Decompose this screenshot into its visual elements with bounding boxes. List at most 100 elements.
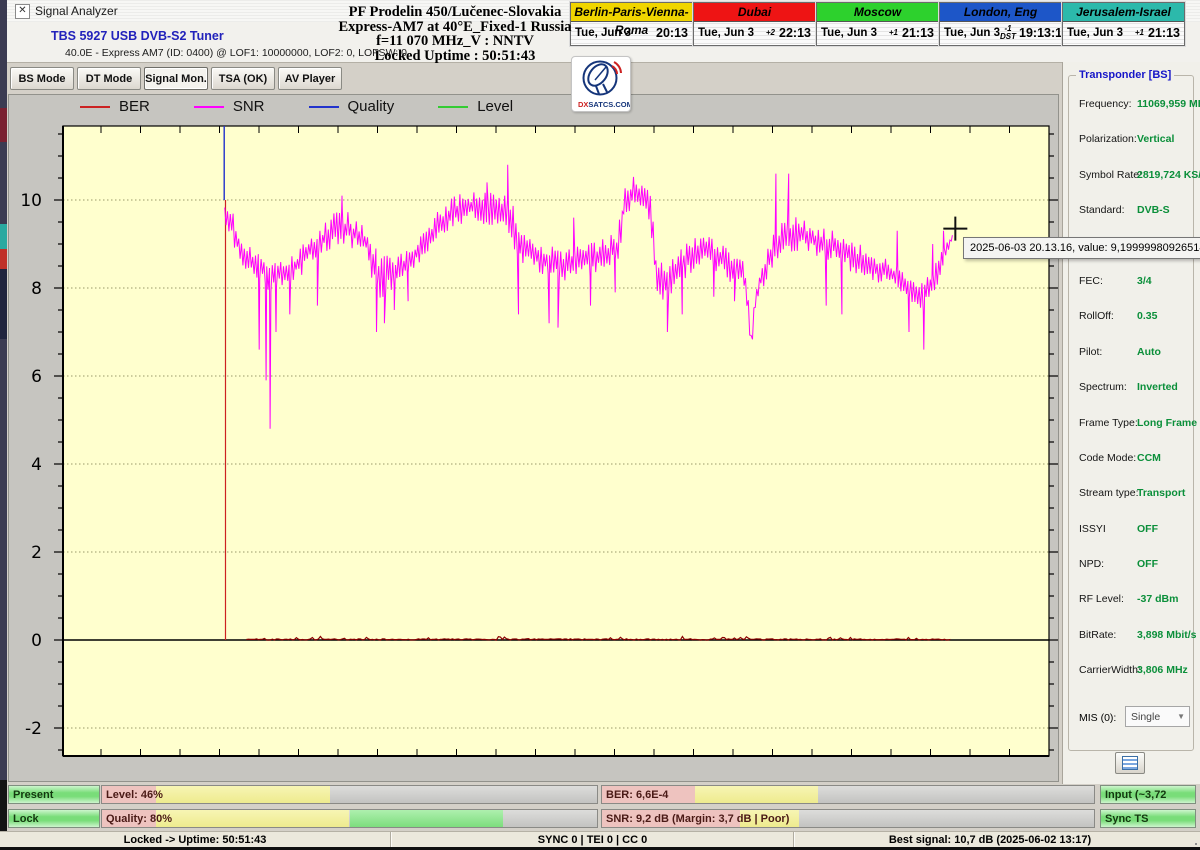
level-bar: Level: 46% [101, 785, 598, 804]
clock-date: Tue, Jun 3 [1067, 27, 1123, 39]
input-rate-indicator: Input (~3,72 Mbps) [1100, 785, 1196, 804]
site-line-uptime: Locked Uptime : 50:51:43 [300, 49, 610, 64]
signal-chart-panel: -2 0 2 4 6 8 10 [8, 94, 1059, 782]
tab-bs-mode[interactable]: BS Mode [10, 67, 74, 90]
clock-dubai: Dubai Tue, Jun 3 +2 22:13 [693, 2, 816, 46]
present-indicator: Present [8, 785, 100, 804]
status-sync-counters: SYNC 0 | TEI 0 | CC 0 [390, 832, 794, 848]
lock-indicator: Lock [8, 809, 100, 828]
svg-text:8: 8 [31, 279, 42, 299]
table-row: Spectrum:Inverted [1075, 381, 1197, 395]
table-row: Code Mode:CCM [1075, 452, 1197, 466]
signal-analyzer-window: ✕ Signal Analyzer TBS 5927 USB DVB-S2 Tu… [0, 0, 1200, 850]
legend-label: BER [119, 98, 150, 115]
ber-bar: BER: 6,6E-4 [601, 785, 1095, 804]
table-row: Polarization:Vertical [1075, 133, 1197, 147]
transponder-rows: Frequency:11069,959 MHz Polarization:Ver… [1075, 98, 1197, 700]
window-title: Signal Analyzer [35, 4, 118, 18]
site-line-satellite: Express-AM7 at 40°E_Fixed-1 Russia [300, 20, 610, 35]
site-line-frequency: f=11 070 MHz_V : NNTV [300, 34, 610, 49]
clock-time: 22:13 [778, 26, 811, 40]
clock-utc-offset: +2 [766, 29, 775, 37]
site-header: PF Prodelin 450/Lučenec-Slovakia Express… [300, 5, 610, 63]
clock-city: Moscow [817, 3, 938, 22]
svg-text:0: 0 [31, 631, 42, 651]
svg-text:6: 6 [31, 367, 42, 387]
sync-ts-indicator: Sync TS [1100, 809, 1196, 828]
tab-dt-mode[interactable]: DT Mode [77, 67, 141, 90]
mode-tabs: BS Mode DT Mode Signal Mon. TSA (OK) AV … [10, 67, 342, 90]
app-icon: ✕ [15, 4, 30, 19]
svg-text:2: 2 [31, 543, 42, 563]
clock-city: Jerusalem-Israel [1063, 3, 1184, 22]
legend-item-ber: BER [80, 98, 150, 115]
quality-line-swatch [309, 106, 339, 108]
clock-time: 20:13 [655, 26, 688, 40]
legend-item-level: Level [438, 98, 513, 115]
legend-item-snr: SNR [194, 98, 265, 115]
clock-city: London, Eng [940, 3, 1061, 22]
table-row: RF Level:-37 dBm [1075, 593, 1197, 607]
table-row: BitRate:3,898 Mbit/s [1075, 629, 1197, 643]
transponder-panel: Transponder [BS] Frequency:11069,959 MHz… [1062, 62, 1200, 784]
table-row: FEC:3/4 [1075, 275, 1197, 289]
clock-time: 21:13 [1147, 26, 1180, 40]
status-best-signal: Best signal: 10,7 dB (2025-06-02 13:17) [793, 832, 1186, 848]
tuner-name: TBS 5927 USB DVB-S2 Tuner [51, 29, 224, 43]
tab-tsa[interactable]: TSA (OK) [211, 67, 275, 90]
table-row: Symbol Rate:2819,724 KS/s [1075, 169, 1197, 183]
clock-time: 21:13 [901, 26, 934, 40]
clock-london: London, Eng Tue, Jun 3 -1DST 19:13:16 [939, 2, 1062, 46]
transponder-title: Transponder [BS] [1076, 69, 1174, 81]
clock-utc-offset: +1 [889, 29, 898, 37]
legend-label: Quality [348, 98, 395, 115]
table-row: NPD:OFF [1075, 558, 1197, 572]
quality-bar: Quality: 80% [101, 809, 598, 828]
background-window-edge [0, 0, 7, 850]
satellite-dish-icon: DXSATCS.COM [572, 57, 630, 111]
clock-jerusalem: Jerusalem-Israel Tue, Jun 3 +1 21:13 [1062, 2, 1185, 46]
table-row: Standard:DVB-S [1075, 204, 1197, 218]
clock-moscow: Moscow Tue, Jun 3 +1 21:13 [816, 2, 939, 46]
snr-bar: SNR: 9,2 dB (Margin: 3,7 dB | Poor) [601, 809, 1095, 828]
chart-legend: BER SNR Quality Level [80, 98, 513, 115]
svg-text:4: 4 [31, 455, 42, 475]
table-row: RollOff:0.35 [1075, 310, 1197, 324]
clock-utc-offset: +1 [1135, 29, 1144, 37]
svg-text:DXSATCS.COM: DXSATCS.COM [578, 100, 630, 109]
clock-date: Tue, Jun 3 [698, 27, 754, 39]
svg-text:-2: -2 [25, 719, 42, 739]
table-row: Frequency:11069,959 MHz [1075, 98, 1197, 112]
site-line-dish: PF Prodelin 450/Lučenec-Slovakia [300, 5, 610, 20]
svg-text:10: 10 [20, 191, 42, 211]
clock-time: 19:13:16 [1019, 26, 1057, 40]
status-uptime: Locked -> Uptime: 50:51:43 [0, 832, 390, 848]
clock-date: Tue, Jun 3 [821, 27, 877, 39]
dxsatcs-logo: DXSATCS.COM [571, 56, 631, 112]
table-row: Frame Type:Long Frame [1075, 417, 1197, 431]
status-bar: Locked -> Uptime: 50:51:43 SYNC 0 | TEI … [0, 831, 1200, 848]
mis-label: MIS (0): [1079, 712, 1116, 724]
legend-item-quality: Quality [309, 98, 395, 115]
clock-city: Dubai [694, 3, 815, 22]
table-row: Stream type:Transport [1075, 487, 1197, 501]
chevron-down-icon: ▼ [1177, 712, 1185, 721]
legend-label: Level [477, 98, 513, 115]
legend-label: SNR [233, 98, 265, 115]
tab-av-player[interactable]: AV Player [278, 67, 342, 90]
table-row: ISSYIOFF [1075, 523, 1197, 537]
report-button[interactable] [1115, 752, 1145, 774]
resize-grip[interactable] [1195, 843, 1197, 845]
clock-utc-offset: -1DST [1000, 25, 1016, 41]
chart-tooltip: 2025-06-03 20.13.16, value: 9,1999998092… [963, 237, 1200, 259]
table-row: Pilot:Auto [1075, 346, 1197, 360]
signal-chart-svg: -2 0 2 4 6 8 10 [9, 95, 1058, 781]
snr-line-swatch [194, 106, 224, 108]
clock-date: Tue, Jun 3 [944, 27, 1000, 39]
report-icon [1122, 756, 1138, 770]
tab-signal-mon[interactable]: Signal Mon. [144, 67, 208, 90]
ber-line-swatch [80, 106, 110, 108]
mis-select[interactable]: Single ▼ [1125, 706, 1190, 727]
level-line-swatch [438, 106, 468, 108]
table-row: CarrierWidth:3,806 MHz [1075, 664, 1197, 678]
